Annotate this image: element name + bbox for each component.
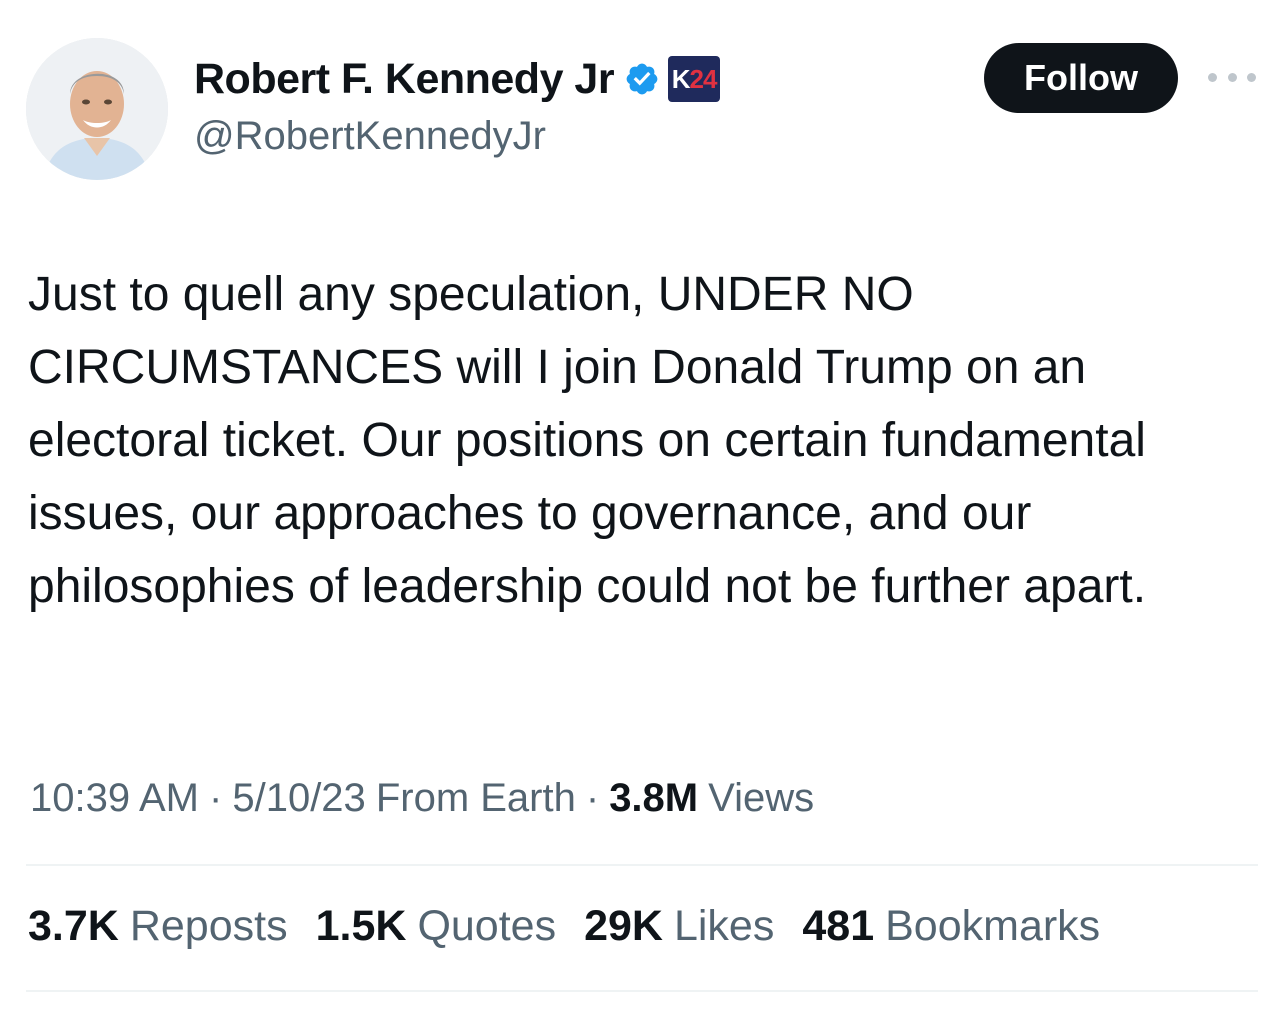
follow-button[interactable]: Follow [984,43,1178,113]
author-name-row: Robert F. Kennedy Jr K 24 [194,50,721,108]
reposts-count: 3.7K [28,902,119,950]
bookmarks-label: Bookmarks [885,902,1101,950]
tweet-time[interactable]: 10:39 AM [30,776,199,821]
views-count[interactable]: 3.8M [609,776,698,821]
quotes-stat[interactable]: 1.5K Quotes [316,902,556,951]
meta-separator: · [585,776,600,820]
profile-photo [26,38,168,180]
more-options-icon[interactable] [1208,62,1256,92]
quotes-count: 1.5K [315,902,407,950]
tweet-meta: 10:39 AM · 5/10/23 From Earth · 3.8M Vie… [30,776,814,821]
tweet-text: Just to quell any speculation, UNDER NO … [28,268,1160,613]
divider [26,864,1258,866]
more-dot [1247,72,1256,82]
views-label: Views [708,776,815,820]
affiliate-badge-icon[interactable]: K 24 [668,56,721,102]
author-handle[interactable]: @RobertKennedyJr [194,114,546,159]
tweet-date[interactable]: 5/10/23 [232,776,365,821]
meta-separator: · [209,776,223,820]
likes-stat[interactable]: 29K Likes [584,902,774,951]
engagement-stats: 3.7K Reposts 1.5K Quotes 29K Likes 481 B… [28,902,1128,951]
display-name[interactable]: Robert F. Kennedy Jr [194,55,615,104]
tweet-source: From Earth [375,776,576,820]
likes-count: 29K [584,902,663,950]
bookmarks-count: 481 [802,902,875,950]
reposts-label: Reposts [129,902,288,950]
more-dot [1208,72,1217,82]
quotes-label: Quotes [417,902,557,950]
reposts-stat[interactable]: 3.7K Reposts [28,902,288,951]
affiliate-badge-letter: K [671,63,691,94]
verified-badge-icon[interactable] [624,61,660,97]
divider [26,990,1258,992]
more-dot [1227,72,1237,82]
avatar[interactable] [26,38,168,180]
likes-label: Likes [673,902,775,950]
affiliate-badge-number: 24 [689,63,718,94]
bookmarks-stat[interactable]: 481 Bookmarks [802,902,1100,951]
